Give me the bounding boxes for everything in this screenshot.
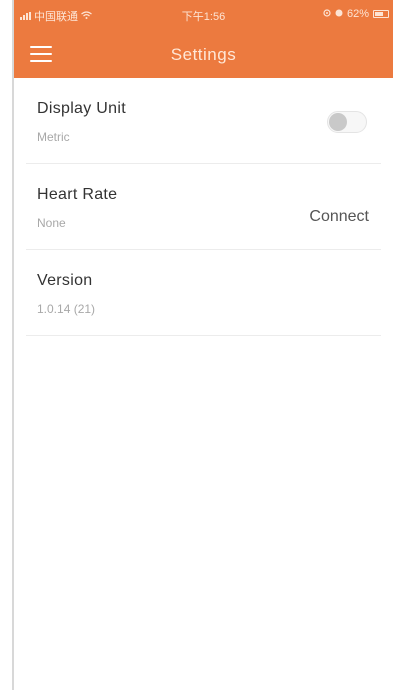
app-header: 中国联通 下午1:56 62% Settings bbox=[14, 0, 393, 78]
phone-screen: 中国联通 下午1:56 62% Settings Display Unit Me… bbox=[12, 0, 393, 690]
page-title: Settings bbox=[170, 45, 237, 64]
heart-rate-value: None bbox=[37, 216, 66, 230]
heart-rate-label: Heart Rate bbox=[37, 186, 118, 203]
setting-row-heart-rate: Heart Rate None Connect bbox=[26, 164, 381, 250]
status-bar: 中国联通 下午1:56 62% bbox=[14, 0, 393, 28]
connect-button[interactable]: Connect bbox=[309, 208, 369, 226]
battery-icon bbox=[373, 10, 389, 18]
display-unit-value: Metric bbox=[37, 130, 70, 144]
setting-row-display-unit: Display Unit Metric bbox=[26, 78, 381, 164]
display-unit-toggle[interactable] bbox=[327, 111, 367, 133]
settings-list: Display Unit Metric Heart Rate None Conn… bbox=[26, 78, 381, 336]
alarm-icon bbox=[335, 8, 343, 20]
location-icon bbox=[323, 8, 331, 20]
version-label: Version bbox=[37, 272, 93, 289]
toggle-knob bbox=[329, 113, 347, 131]
battery-percent: 62% bbox=[346, 8, 369, 20]
setting-row-version: Version 1.0.14 (21) bbox=[26, 250, 381, 336]
version-value: 1.0.14 (21) bbox=[37, 302, 96, 316]
display-unit-label: Display Unit bbox=[37, 100, 126, 117]
status-right: 62% bbox=[323, 8, 389, 20]
